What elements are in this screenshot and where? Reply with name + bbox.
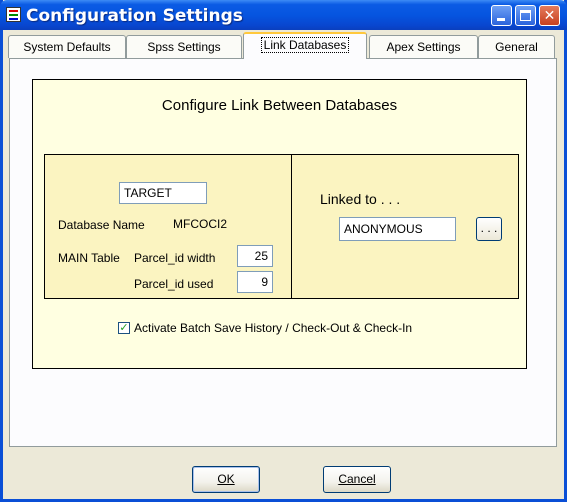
- tab-spss-settings[interactable]: Spss Settings: [126, 35, 242, 58]
- database-name-label: Database Name: [58, 218, 145, 232]
- linked-to-label: Linked to . . .: [320, 191, 401, 207]
- configuration-settings-window: Configuration Settings ✕ System Defaults…: [0, 0, 567, 502]
- close-icon: ✕: [543, 7, 556, 23]
- linked-to-input[interactable]: ANONYMOUS: [339, 217, 456, 241]
- link-config-group: Configure Link Between Databases TARGET …: [32, 79, 527, 369]
- tab-system-defaults[interactable]: System Defaults: [8, 35, 126, 58]
- parcel-id-width-label: Parcel_id width: [134, 251, 216, 265]
- tab-label: Spss Settings: [147, 40, 221, 54]
- minimize-icon: [497, 18, 505, 21]
- link-box-divider: [291, 155, 292, 298]
- browse-database-button[interactable]: . . .: [476, 217, 502, 241]
- tab-label: Link Databases: [260, 37, 350, 53]
- parcel-id-used-input[interactable]: 9: [237, 271, 273, 293]
- maximize-button[interactable]: [515, 5, 536, 26]
- link-databases-panel: Configure Link Between Databases TARGET …: [9, 58, 557, 447]
- maximize-icon: [520, 10, 531, 21]
- tab-label: General: [495, 40, 538, 54]
- parcel-id-used-label: Parcel_id used: [134, 277, 214, 291]
- tab-general[interactable]: General: [478, 35, 555, 58]
- link-config-heading: Configure Link Between Databases: [161, 97, 398, 114]
- close-button[interactable]: ✕: [539, 5, 560, 26]
- tab-label: System Defaults: [23, 40, 111, 54]
- main-table-label: MAIN Table: [58, 251, 120, 265]
- database-name-value: MFCOCI2: [173, 217, 227, 231]
- tab-apex-settings[interactable]: Apex Settings: [369, 35, 478, 58]
- batch-history-checkbox[interactable]: ✓: [118, 322, 130, 334]
- title-bar[interactable]: Configuration Settings ✕: [0, 0, 567, 30]
- database-link-box: TARGET Database Name MFCOCI2 MAIN Table …: [44, 154, 519, 299]
- ok-button[interactable]: OK: [192, 466, 260, 493]
- cancel-button[interactable]: Cancel: [323, 466, 391, 493]
- batch-history-label: Activate Batch Save History / Check-Out …: [134, 321, 413, 335]
- cancel-label: Cancel: [338, 472, 376, 486]
- target-input[interactable]: TARGET: [119, 182, 207, 204]
- minimize-button[interactable]: [491, 5, 512, 26]
- window-title: Configuration Settings: [26, 6, 243, 26]
- settings-app-icon: [6, 7, 21, 22]
- tab-link-databases[interactable]: Link Databases: [243, 32, 367, 59]
- ok-label: OK: [217, 472, 235, 486]
- tab-label: Apex Settings: [386, 40, 461, 54]
- parcel-id-width-input[interactable]: 25: [237, 245, 273, 267]
